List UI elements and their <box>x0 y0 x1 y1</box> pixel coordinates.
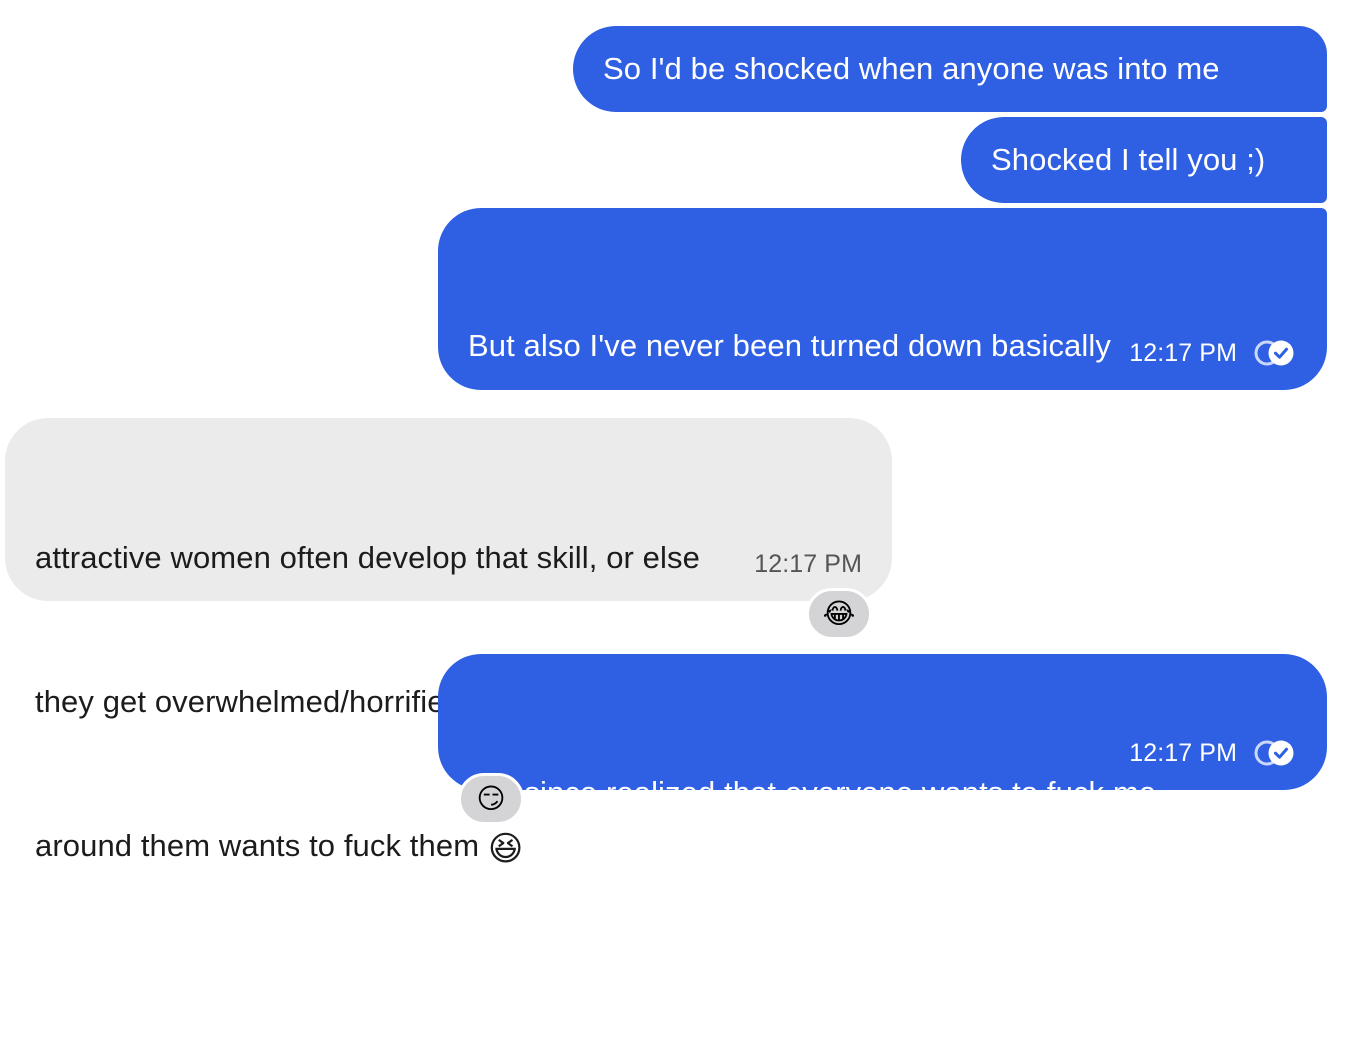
outgoing-message[interactable]: So I'd be shocked when anyone was into m… <box>573 26 1327 112</box>
message-text: Shocked I tell you ;) <box>991 142 1266 177</box>
read-receipt-icon <box>1254 740 1294 766</box>
message-meta: 12:17 PM <box>754 549 862 579</box>
message-timestamp: 12:17 PM <box>754 550 862 578</box>
tears-of-joy-emoji-icon: 😂 <box>822 598 856 629</box>
read-receipt-icon <box>1254 340 1294 366</box>
message-meta: 12:17 PM <box>1129 338 1297 368</box>
message-line: But also I've never been turned down bas… <box>468 328 1111 363</box>
message-timestamp: 12:17 PM <box>1129 339 1237 367</box>
outgoing-message[interactable]: But also I've never been turned down bas… <box>438 208 1327 651</box>
message-text: I've since realized that everyone wants … <box>468 673 1156 1057</box>
message-line: and I'm ok with that <box>468 919 737 954</box>
message-text: So I'd be shocked when anyone was into m… <box>603 51 1220 86</box>
message-timestamp: 12:17 PM <box>1129 739 1237 767</box>
message-line-text: around them wants to fuck them <box>35 828 480 863</box>
outgoing-message[interactable]: Shocked I tell you ;) <box>961 117 1327 203</box>
smirking-face-emoji-icon: 😏 <box>476 783 506 814</box>
message-line: I've since realized that everyone wants … <box>468 775 1157 810</box>
reaction-badge[interactable]: 😂 <box>806 588 872 640</box>
outgoing-message[interactable]: I've since realized that everyone wants … <box>438 654 1327 954</box>
incoming-message[interactable]: attractive women often develop that skil… <box>5 418 892 868</box>
message-line: attractive women often develop that skil… <box>35 540 700 575</box>
message-meta: 12:17 PM <box>1129 738 1297 768</box>
reaction-badge[interactable]: 😏 <box>458 773 524 825</box>
